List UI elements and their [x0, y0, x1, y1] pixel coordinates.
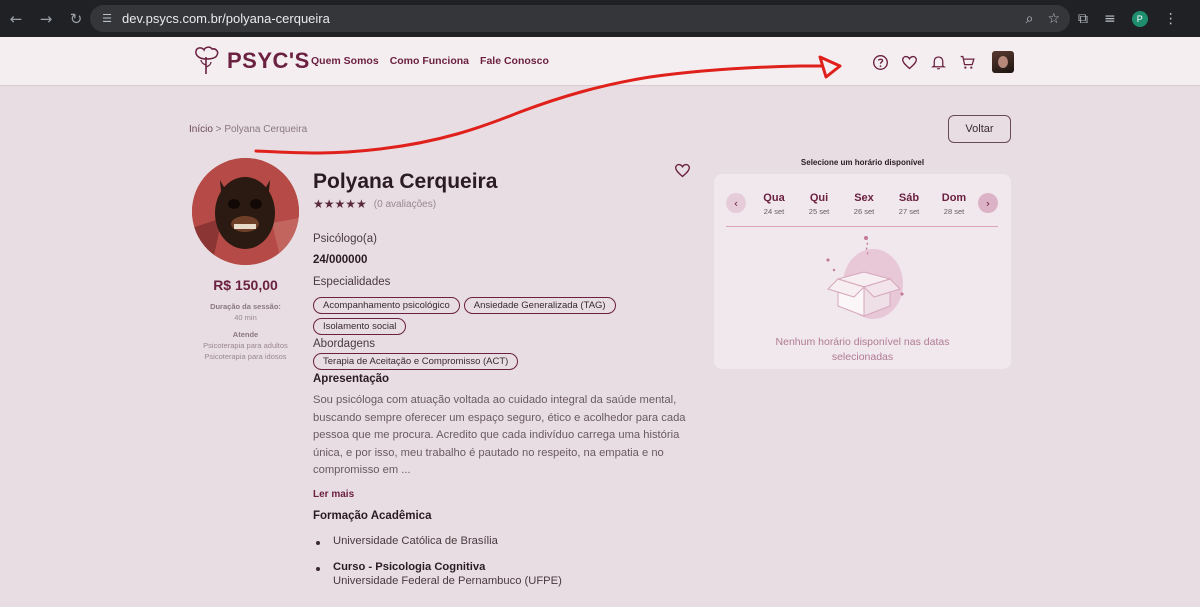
presentation-label: Apresentação	[313, 373, 390, 385]
specialty-chip: Isolamento social	[313, 318, 407, 335]
empty-box-icon	[826, 236, 904, 319]
day-name: Qua	[763, 192, 785, 204]
cart-icon[interactable]	[959, 54, 976, 71]
specialties-label: Especialidades	[313, 276, 391, 288]
back-button[interactable]: Voltar	[948, 115, 1011, 143]
attends-item: Psicoterapia para adultos	[203, 341, 288, 350]
rating-stars-icon: ★★★★★	[313, 197, 367, 211]
crp-number: 24/000000	[313, 254, 368, 266]
read-more-link[interactable]: Ler mais	[313, 489, 354, 500]
education-institution: Universidade Católica de Brasília	[333, 535, 498, 547]
psychologist-name: Polyana Cerqueira	[313, 170, 498, 193]
browser-toolbar: ← → ↻ ☰ dev.psycs.com.br/polyana-cerquei…	[0, 0, 1200, 37]
approaches-list: Terapia de Aceitação e Compromisso (ACT)	[313, 353, 643, 370]
day-selector: Qua 24 set Qui 25 set Sex 26 set Sáb 27 set …	[754, 192, 974, 216]
site-info-icon[interactable]: ☰	[98, 10, 116, 28]
day-option[interactable]: Qui 25 set	[799, 192, 839, 216]
day-option[interactable]: Qua 24 set	[754, 192, 794, 216]
notification-bell-icon[interactable]	[930, 54, 947, 71]
education-title: Curso - Psicologia Cognitiva	[333, 561, 486, 573]
session-price: R$ 150,00	[213, 277, 278, 293]
site-header: PSYC'S Quem Somos Como Funciona Fale Con…	[0, 37, 1200, 86]
nav-quem-somos[interactable]: Quem Somos	[311, 55, 379, 67]
session-duration-value: 40 min	[234, 313, 257, 322]
education-list: Universidade Católica de Brasília Curso …	[313, 535, 562, 587]
help-icon[interactable]	[872, 54, 889, 71]
day-name: Sáb	[898, 192, 920, 204]
day-name: Sex	[854, 192, 874, 204]
day-date: 26 set	[853, 207, 875, 216]
approach-chip: Terapia de Aceitação e Compromisso (ACT)	[313, 353, 519, 370]
favorite-heart-icon[interactable]	[674, 162, 691, 179]
breadcrumb-separator: >	[212, 124, 225, 135]
address-bar[interactable]: ☰ dev.psycs.com.br/polyana-cerqueira ⌕ ☆	[90, 5, 1070, 32]
profile-photo	[192, 158, 299, 265]
profile-avatar[interactable]: P	[1131, 10, 1148, 27]
header-actions	[872, 51, 1014, 73]
nav-fale-conosco[interactable]: Fale Conosco	[480, 55, 549, 67]
favorites-heart-icon[interactable]	[901, 54, 918, 71]
role-label: Psicólogo(a)	[313, 233, 377, 245]
schedule-divider	[726, 226, 998, 227]
forward-arrow-icon[interactable]: →	[32, 5, 60, 33]
session-duration-label: Duração da sessão:	[210, 302, 281, 311]
presentation-text: Sou psicóloga com atuação voltada ao cui…	[313, 394, 686, 476]
attends-label: Atende	[232, 330, 259, 339]
extensions-icon[interactable]: ⧉	[1078, 11, 1088, 27]
specialties-list: Acompanhamento psicológico Ansiedade Gen…	[313, 297, 643, 335]
back-arrow-icon[interactable]: ←	[2, 5, 30, 33]
reload-icon[interactable]: ↻	[62, 5, 90, 33]
chevron-right-icon[interactable]: ›	[978, 193, 998, 213]
education-item: Universidade Católica de Brasília	[313, 535, 562, 547]
zoom-icon[interactable]: ⌕	[1026, 11, 1034, 27]
user-avatar[interactable]	[992, 51, 1014, 73]
day-date: 28 set	[943, 207, 965, 216]
approaches-label: Abordagens	[313, 338, 376, 350]
day-option[interactable]: Sex 26 set	[844, 192, 884, 216]
specialty-chip: Acompanhamento psicológico	[313, 297, 460, 314]
education-institution: Universidade Federal de Pernambuco (UFPE…	[333, 575, 562, 587]
breadcrumb-current: Polyana Cerqueira	[224, 124, 308, 135]
reviews-count[interactable]: (0 avaliações)	[374, 199, 436, 210]
education-item: Curso - Psicologia Cognitiva Universidad…	[313, 561, 562, 587]
education-label: Formação Acadêmica	[313, 510, 432, 522]
day-date: 25 set	[808, 207, 830, 216]
specialty-chip: Ansiedade Generalizada (TAG)	[463, 297, 616, 314]
breadcrumb-home[interactable]: Início	[189, 124, 213, 135]
day-name: Qui	[809, 192, 829, 204]
url-text[interactable]: dev.psycs.com.br/polyana-cerqueira	[122, 11, 330, 26]
logo[interactable]: PSYC'S	[191, 45, 310, 77]
day-date: 27 set	[898, 207, 920, 216]
media-controls-icon[interactable]: ≡	[1104, 11, 1116, 27]
attends-item: Psicoterapia para idosos	[204, 352, 287, 361]
breadcrumb: Início > Polyana Cerqueira	[189, 124, 307, 135]
logo-text: PSYC'S	[227, 48, 310, 73]
empty-schedule-message: Nenhum horário disponível nas datas sele…	[775, 336, 950, 363]
day-option[interactable]: Sáb 27 set	[889, 192, 929, 216]
menu-kebab-icon[interactable]: ⋮	[1164, 11, 1178, 27]
schedule-card: ‹ Qua 24 set Qui 25 set Sex 26 set Sáb 27 se…	[714, 174, 1011, 369]
rating: ★★★★★ (0 avaliações)	[313, 197, 436, 211]
chevron-left-icon[interactable]: ‹	[726, 193, 746, 213]
schedule-title: Selecione um horário disponível	[800, 158, 925, 167]
day-option[interactable]: Dom 28 set	[934, 192, 974, 216]
day-name: Dom	[941, 192, 967, 204]
logo-icon	[195, 46, 219, 74]
nav-como-funciona[interactable]: Como Funciona	[390, 55, 469, 67]
profile-photo-image	[192, 158, 299, 265]
main-nav: Quem Somos Como Funciona Fale Conosco	[311, 55, 549, 67]
day-date: 24 set	[763, 207, 785, 216]
bookmark-star-icon[interactable]: ☆	[1047, 11, 1060, 27]
